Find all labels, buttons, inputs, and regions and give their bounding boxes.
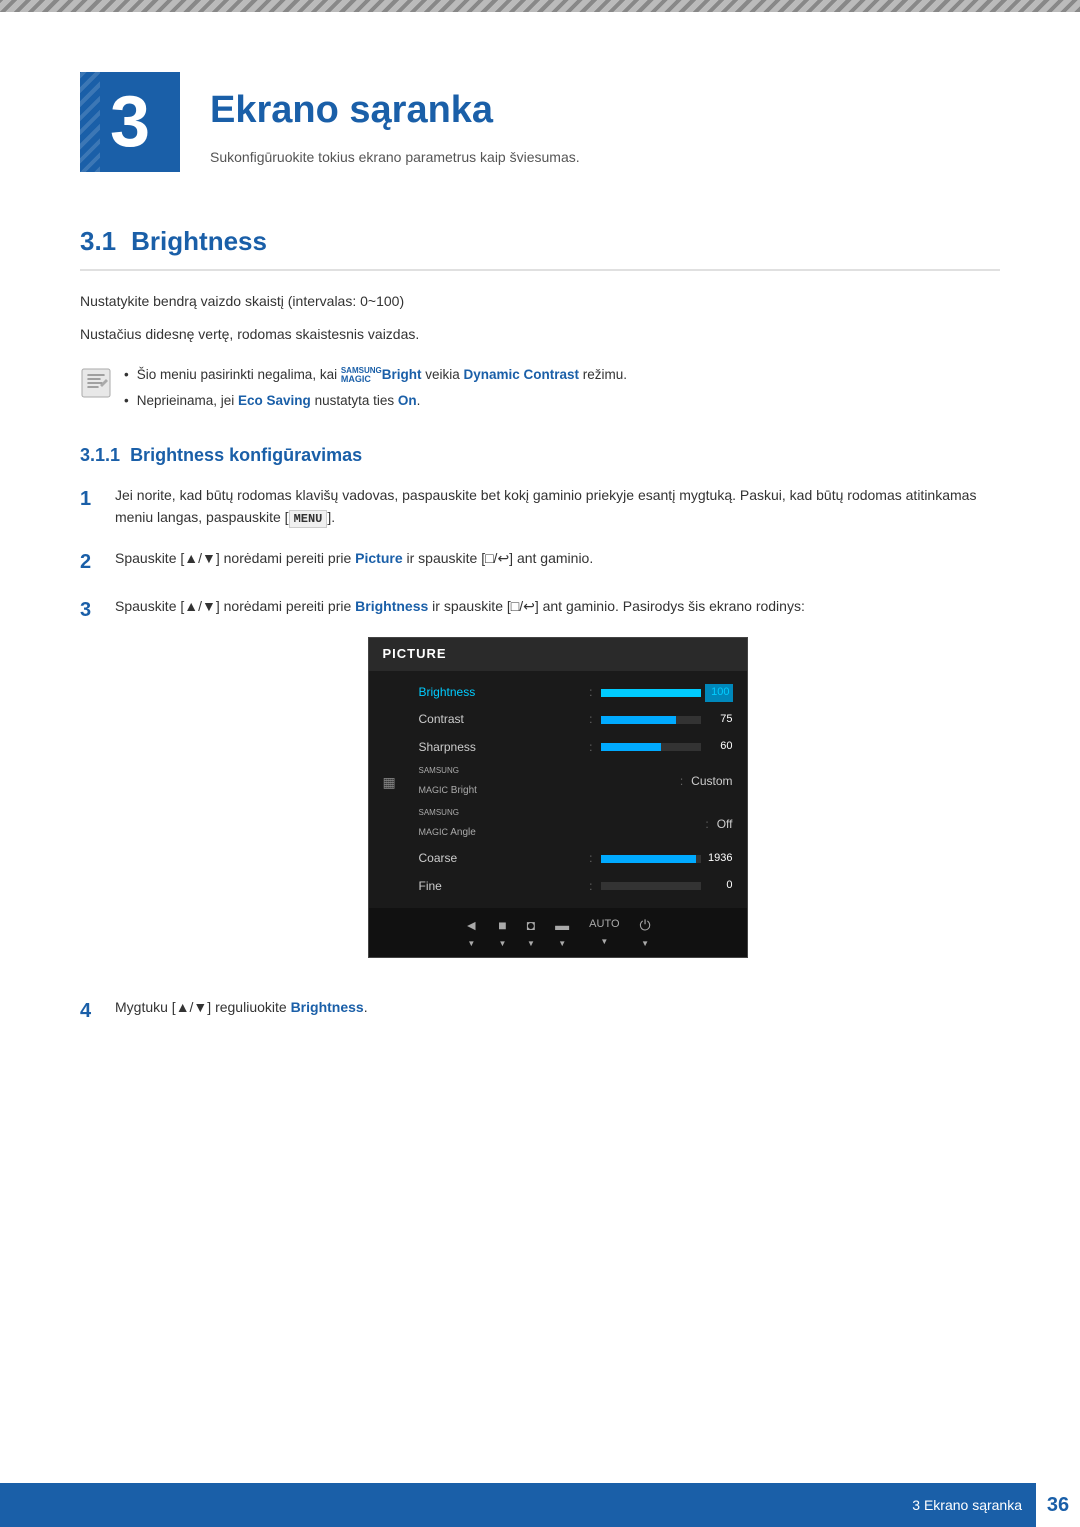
footer-chapter-ref: 3 Ekrano sąranka [912,1495,1022,1516]
page-stripe-header [0,0,1080,12]
toolbar-btn-3: ◘ ▼ [527,914,535,951]
menu-icon-monitor: ▦ [383,771,396,793]
toolbar-btn-power: ⏻ ▼ [640,914,651,951]
footer-page-number: 36 [1036,1483,1080,1527]
menu-row-contrast: Contrast : 75 [369,706,747,733]
chapter-title: Ekrano sąranka [210,82,580,139]
menu-row-fine: Fine : 0 [369,873,747,900]
menu-header: PICTURE [369,638,747,671]
note-item-1: • Šio meniu pasirinkti negalima, kai SAM… [124,365,627,385]
menu-row-sharpness: Sharpness : 60 [369,734,747,761]
chapter-header: 3 Ekrano sąranka Sukonfigūruokite tokius… [80,52,1000,172]
menu-toolbar: ◄ ▼ ■ ▼ ◘ ▼ ▬ ▼ [369,908,747,957]
chapter-subtitle: Sukonfigūruokite tokius ekrano parametru… [210,147,580,168]
menu-row-magic-angle: SAMSUNG MAGIC Angle : Off [369,803,747,845]
page-footer: 3 Ekrano sąranka 36 [0,1483,1080,1527]
subsection-311-title: 3.1.1 Brightness konfigūravimas [80,442,1000,469]
note-item-2: • Neprieinama, jei Eco Saving nustatyta … [124,391,627,411]
note-content: • Šio meniu pasirinkti negalima, kai SAM… [124,365,627,412]
note-box: • Šio meniu pasirinkti negalima, kai SAM… [80,365,1000,412]
menu-row-coarse: Coarse : 1936 [369,845,747,872]
toolbar-btn-1: ◄ ▼ [464,914,478,951]
menu-row-brightness: Brightness : 100 [369,679,747,706]
steps-list: 1 Jei norite, kad būtų rodomas klavišų v… [80,484,1000,1027]
step-4: 4 Mygtuku [▲/▼] reguliuokite Brightness. [80,996,1000,1026]
body-text-2: Nustačius didesnę vertę, rodomas skaiste… [80,324,1000,345]
menu-screenshot: PICTURE Brightness : 100 [368,637,748,958]
step-2: 2 Spauskite [▲/▼] norėdami pereiti prie … [80,547,1000,577]
chapter-number: 3 [80,72,180,172]
body-text-1: Nustatykite bendrą vaizdo skaistį (inter… [80,291,1000,312]
step-1: 1 Jei norite, kad būtų rodomas klavišų v… [80,484,1000,530]
note-icon [80,367,112,399]
toolbar-btn-4: ▬ ▼ [555,914,569,951]
toolbar-btn-auto: AUTO ▼ [589,916,619,948]
menu-row-magic-bright: ▦ SAMSUNG MAGIC Bright : Custom [369,761,747,803]
section-31-title: 3.1Brightness [80,222,1000,271]
step-3: 3 Spauskite [▲/▼] norėdami pereiti prie … [80,595,1000,978]
menu-items: Brightness : 100 Contrast [369,671,747,908]
samsung-magic-text: SAMSUNGMAGIC [341,367,382,384]
toolbar-btn-2: ■ ▼ [498,914,506,951]
